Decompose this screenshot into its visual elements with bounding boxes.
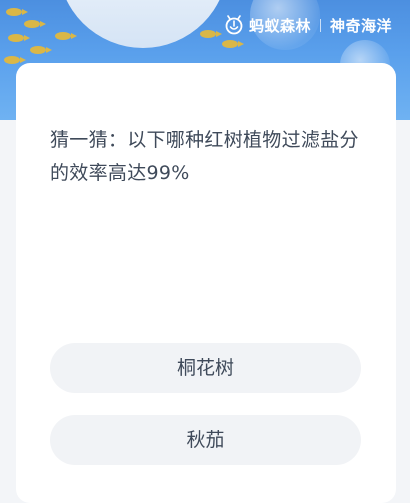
section-name: 神奇海洋 [329, 16, 392, 35]
ant-forest-logo-icon [225, 15, 243, 35]
fish-icon [8, 34, 30, 42]
fish-icon [200, 30, 222, 38]
quiz-card: 猜一猜：以下哪种红树植物过滤盐分的效率高达99% 桐花树 秋茄 [16, 63, 396, 503]
fish-icon [222, 40, 244, 48]
brand-name: 蚂蚁森林 [248, 16, 311, 35]
header-divider [319, 18, 321, 32]
brand-header: 蚂蚁森林 神奇海洋 [224, 14, 392, 36]
fish-icon [6, 8, 28, 16]
answer-option-a[interactable]: 桐花树 [50, 343, 361, 393]
fish-icon [24, 20, 46, 28]
quiz-question: 猜一猜：以下哪种红树植物过滤盐分的效率高达99% [50, 129, 359, 184]
fish-icon [55, 32, 77, 40]
fish-icon [4, 56, 26, 64]
fish-icon [30, 46, 52, 54]
diver-illustration: ✦ [58, 0, 228, 48]
answer-option-b[interactable]: 秋茄 [50, 415, 361, 465]
